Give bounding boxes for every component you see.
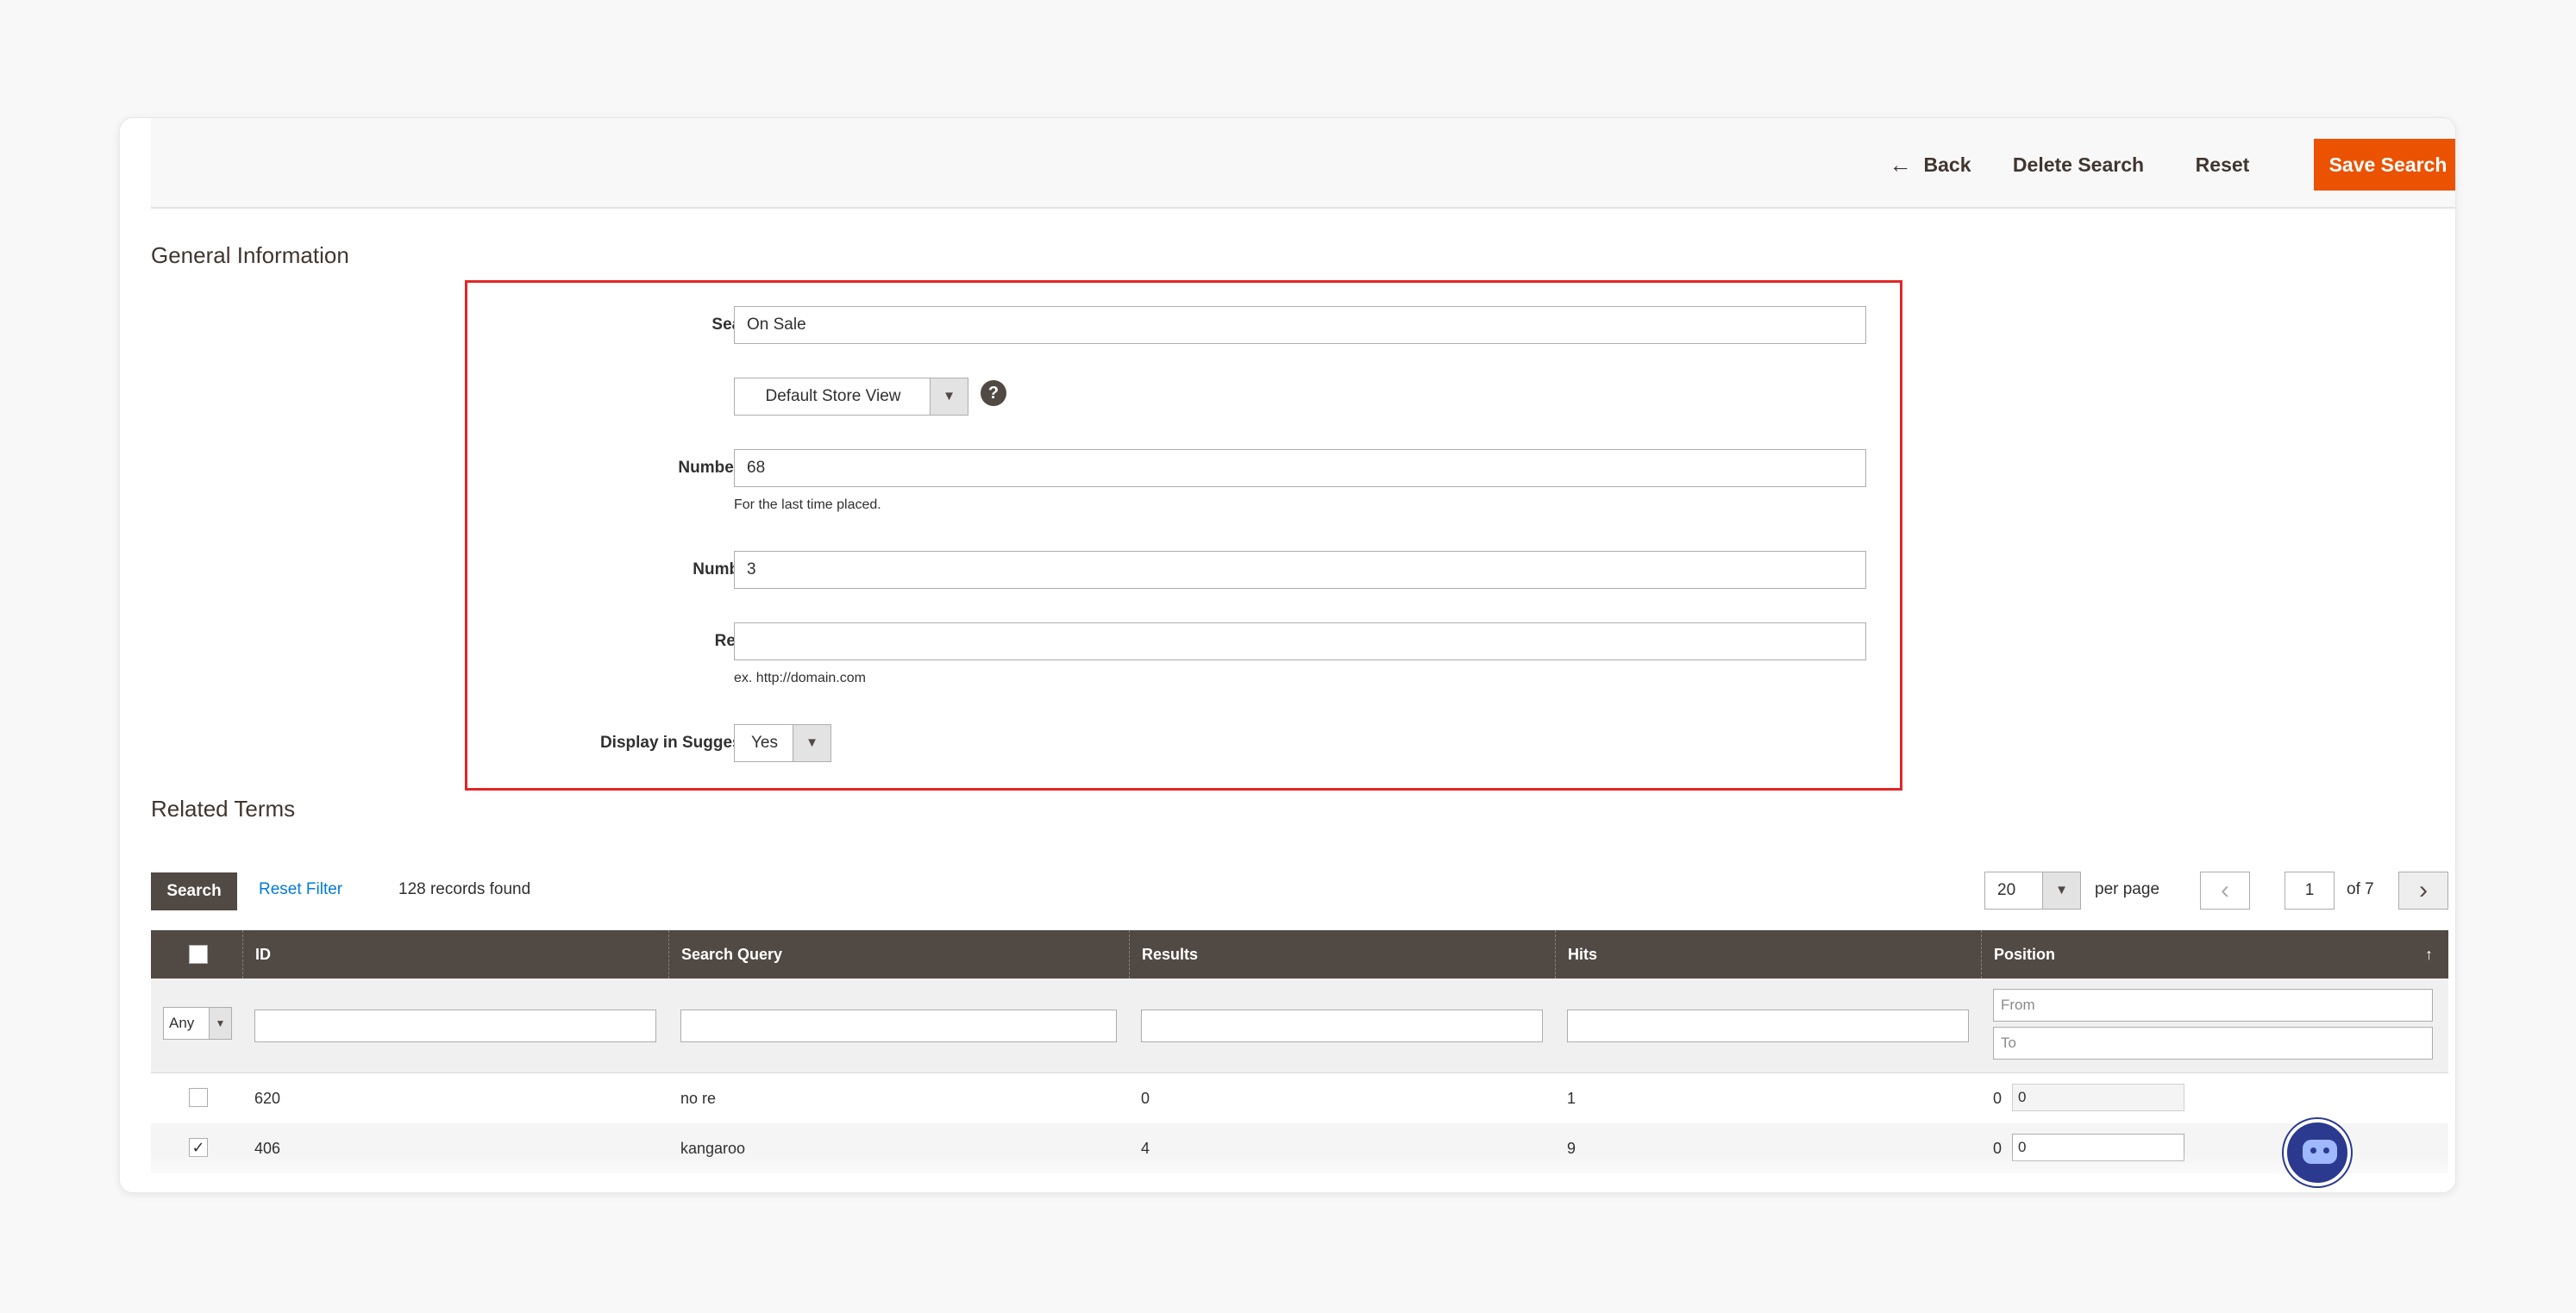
table-row[interactable]: 620 no re 0 1 0 0: [151, 1073, 2448, 1123]
number-of-results-input[interactable]: 68: [734, 449, 1866, 487]
reset-filter-link[interactable]: Reset Filter: [259, 880, 342, 899]
robot-face-icon: [2303, 1140, 2337, 1164]
page-number-input[interactable]: 1: [2285, 872, 2335, 910]
position-from-input[interactable]: From: [1993, 989, 2433, 1022]
per-page-select[interactable]: 20 ▼: [1984, 872, 2081, 910]
general-information-title: General Information: [151, 242, 349, 268]
chatbot-assistant-icon[interactable]: [2284, 1119, 2351, 1186]
column-header-search-query[interactable]: Search Query: [668, 930, 1129, 978]
delete-search-button[interactable]: Delete Search: [1996, 139, 2160, 191]
row-search-query: no re: [680, 1090, 717, 1107]
results-filter-input[interactable]: [1141, 1010, 1543, 1042]
checkbox-filter-select[interactable]: Any ▼: [163, 1007, 232, 1040]
search-term-edit-panel: ← Back Delete Search Reset Save Search G…: [119, 117, 2456, 1193]
position-to-input[interactable]: To: [1993, 1027, 2433, 1060]
highlight-box: [465, 280, 1902, 791]
next-page-button[interactable]: ›: [2398, 872, 2448, 910]
column-header-hits[interactable]: Hits: [1555, 930, 1981, 978]
column-header-position[interactable]: Position ↑: [1981, 930, 2448, 978]
redirect-url-note: ex. http://domain.com: [734, 671, 866, 685]
help-icon[interactable]: ?: [981, 380, 1006, 406]
arrow-left-icon: ←: [1889, 151, 1912, 178]
chevron-left-icon: ‹: [2221, 876, 2229, 904]
chevron-down-icon: ▼: [793, 725, 830, 761]
related-terms-title: Related Terms: [151, 796, 296, 822]
per-page-label: per page: [2095, 880, 2160, 898]
row-hits: 1: [1567, 1090, 1576, 1107]
row-results: 0: [1141, 1090, 1150, 1107]
row-checkbox[interactable]: [189, 1088, 208, 1107]
previous-page-button[interactable]: ‹: [2200, 872, 2250, 910]
row-id: 620: [254, 1090, 281, 1107]
records-found-count: 128 records found: [398, 880, 531, 898]
grid-search-button[interactable]: Search: [151, 872, 237, 910]
number-of-uses-input[interactable]: 3: [734, 551, 1866, 589]
chevron-down-icon: ▼: [209, 1008, 231, 1039]
chevron-right-icon: ›: [2419, 876, 2428, 904]
select-all-checkbox[interactable]: [189, 945, 208, 964]
grid-filter-row: Any ▼ From To: [151, 978, 2448, 1073]
reset-button[interactable]: Reset: [2179, 139, 2266, 191]
search-query-input[interactable]: On Sale: [734, 306, 1866, 344]
row-position-input[interactable]: 0: [2012, 1084, 2184, 1111]
hits-filter-input[interactable]: [1567, 1010, 1969, 1042]
save-search-button[interactable]: Save Search: [2314, 139, 2455, 191]
display-suggested-terms-select[interactable]: Yes ▼: [734, 724, 831, 762]
store-select[interactable]: Default Store View ▼: [734, 378, 968, 416]
chevron-down-icon: ▼: [2042, 872, 2080, 909]
id-filter-input[interactable]: [254, 1010, 656, 1042]
bottom-fade: [120, 1153, 2455, 1192]
redirect-url-input[interactable]: [734, 622, 1866, 660]
sort-arrow-icon: ↑: [2425, 946, 2433, 963]
chevron-down-icon: ▼: [930, 378, 968, 415]
column-header-id[interactable]: ID: [242, 930, 668, 978]
results-note: For the last time placed.: [734, 497, 881, 512]
back-button[interactable]: ← Back: [1883, 139, 1977, 191]
grid-header: ID Search Query Results Hits Position ↑: [151, 930, 2448, 978]
page-actions-bar: ← Back Delete Search Reset Save Search: [151, 118, 2455, 209]
search-query-filter-input[interactable]: [680, 1010, 1117, 1042]
row-position: 0: [1993, 1090, 2003, 1107]
column-header-results[interactable]: Results: [1129, 930, 1555, 978]
page-total: of 7: [2347, 880, 2374, 898]
